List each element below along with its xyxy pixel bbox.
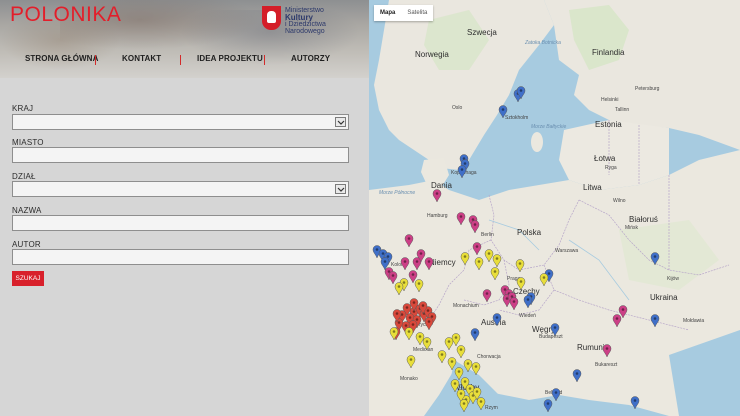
map-pin-blue[interactable] bbox=[551, 388, 561, 402]
map-type-map-button[interactable]: Mapa bbox=[374, 5, 401, 21]
map-pin-blue[interactable] bbox=[630, 396, 640, 410]
author-input[interactable] bbox=[12, 249, 349, 265]
map-pin-blue[interactable] bbox=[498, 105, 508, 119]
map-pin-yellow[interactable] bbox=[451, 333, 461, 347]
map-pin-pink[interactable] bbox=[400, 257, 410, 271]
city-label: MIASTO bbox=[12, 138, 44, 147]
map-pin-yellow[interactable] bbox=[460, 252, 470, 266]
map-pin-pink[interactable] bbox=[470, 220, 480, 234]
header-banner: POLONIKA Ministerstwo Kultury i Dziedzic… bbox=[0, 0, 369, 78]
map-pin-yellow[interactable] bbox=[394, 282, 404, 296]
map-pin-yellow[interactable] bbox=[450, 379, 460, 393]
map-pin-blue[interactable] bbox=[572, 369, 582, 383]
map-pin-blue[interactable] bbox=[492, 313, 502, 327]
nav-separator bbox=[95, 55, 96, 65]
map-view[interactable]: Szwecja Norwegia Finlandia Estonia Łotwa… bbox=[369, 0, 740, 416]
map-pin-pink[interactable] bbox=[612, 314, 622, 328]
ministry-line: i Dziedzictwa bbox=[285, 21, 326, 28]
nav-idea[interactable]: IDEA PROJEKTU bbox=[197, 54, 263, 63]
map-pin-pink[interactable] bbox=[472, 242, 482, 256]
nav-contact[interactable]: KONTAKT bbox=[122, 54, 161, 63]
chevron-down-icon[interactable] bbox=[335, 117, 346, 127]
nav-authors[interactable]: AUTORZY bbox=[291, 54, 330, 63]
city-input[interactable] bbox=[12, 147, 349, 163]
map-pin-blue[interactable] bbox=[470, 328, 480, 342]
map-pin-blue[interactable] bbox=[650, 314, 660, 328]
site-logo[interactable]: POLONIKA bbox=[10, 3, 121, 27]
map-pin-yellow[interactable] bbox=[474, 257, 484, 271]
map-pin-blue[interactable] bbox=[457, 165, 467, 179]
name-label: NAZWA bbox=[12, 206, 42, 215]
map-pin-yellow[interactable] bbox=[490, 267, 500, 281]
map-pin-blue[interactable] bbox=[523, 295, 533, 309]
map-pin-yellow[interactable] bbox=[444, 337, 454, 351]
map-pin-pink[interactable] bbox=[456, 212, 466, 226]
map-pin-blue[interactable] bbox=[550, 323, 560, 337]
map-pin-yellow[interactable] bbox=[539, 273, 549, 287]
map-pin-yellow[interactable] bbox=[463, 359, 473, 373]
name-input[interactable] bbox=[12, 215, 349, 231]
map-pin-yellow[interactable] bbox=[437, 350, 447, 364]
eagle-emblem-icon bbox=[262, 6, 281, 30]
map-pin-yellow[interactable] bbox=[454, 367, 464, 381]
map-pin-yellow[interactable] bbox=[471, 362, 481, 376]
map-pin-yellow[interactable] bbox=[484, 249, 494, 263]
map-pin-pink[interactable] bbox=[432, 189, 442, 203]
map-pin-yellow[interactable] bbox=[492, 254, 502, 268]
chevron-down-icon[interactable] bbox=[335, 184, 346, 194]
search-button[interactable]: SZUKAJ bbox=[12, 271, 44, 286]
author-label: AUTOR bbox=[12, 240, 41, 249]
map-pin-yellow[interactable] bbox=[422, 337, 432, 351]
marker-layer bbox=[372, 86, 660, 413]
map-pin-blue[interactable] bbox=[543, 399, 553, 413]
ministry-logo[interactable]: Ministerstwo Kultury i Dziedzictwa Narod… bbox=[262, 6, 362, 35]
map-pin-yellow[interactable] bbox=[476, 397, 486, 411]
ministry-line: Narodowego bbox=[285, 28, 325, 35]
section-select[interactable] bbox=[12, 181, 349, 197]
left-panel: POLONIKA Ministerstwo Kultury i Dziedzic… bbox=[0, 0, 369, 416]
country-label: KRAJ bbox=[12, 104, 34, 113]
map-type-satellite-button[interactable]: Satelita bbox=[401, 5, 433, 21]
map-pin-pink[interactable] bbox=[404, 234, 414, 248]
map-pin-pink[interactable] bbox=[424, 257, 434, 271]
section-label: DZIAŁ bbox=[12, 172, 36, 181]
main-nav: STRONA GŁÓWNA KONTAKT IDEA PROJEKTU AUTO… bbox=[0, 54, 369, 68]
ministry-line: Kultury bbox=[285, 13, 313, 22]
map-pin-yellow[interactable] bbox=[404, 327, 414, 341]
map-pin-yellow[interactable] bbox=[447, 357, 457, 371]
map-pin-pink[interactable] bbox=[482, 289, 492, 303]
map-pin-pink[interactable] bbox=[388, 271, 398, 285]
map-pin-blue[interactable] bbox=[650, 252, 660, 266]
map-pin-pink[interactable] bbox=[602, 344, 612, 358]
country-select[interactable] bbox=[12, 114, 349, 130]
map-pin-yellow[interactable] bbox=[415, 332, 425, 346]
map-type-control: Mapa Satelita bbox=[374, 5, 434, 21]
nav-home[interactable]: STRONA GŁÓWNA bbox=[25, 54, 98, 63]
map-pin-yellow[interactable] bbox=[516, 277, 526, 291]
nav-separator bbox=[264, 55, 265, 65]
map-pin-yellow[interactable] bbox=[456, 345, 466, 359]
map-pin-yellow[interactable] bbox=[459, 399, 469, 413]
map-pin-yellow[interactable] bbox=[406, 355, 416, 369]
ministry-name: Ministerstwo Kultury i Dziedzictwa Narod… bbox=[285, 7, 326, 35]
map-pin-yellow[interactable] bbox=[515, 259, 525, 273]
nav-separator bbox=[180, 55, 181, 65]
map-pin-pink[interactable] bbox=[509, 297, 519, 311]
map-pin-yellow[interactable] bbox=[414, 279, 424, 293]
map-pin-red[interactable] bbox=[424, 317, 434, 331]
